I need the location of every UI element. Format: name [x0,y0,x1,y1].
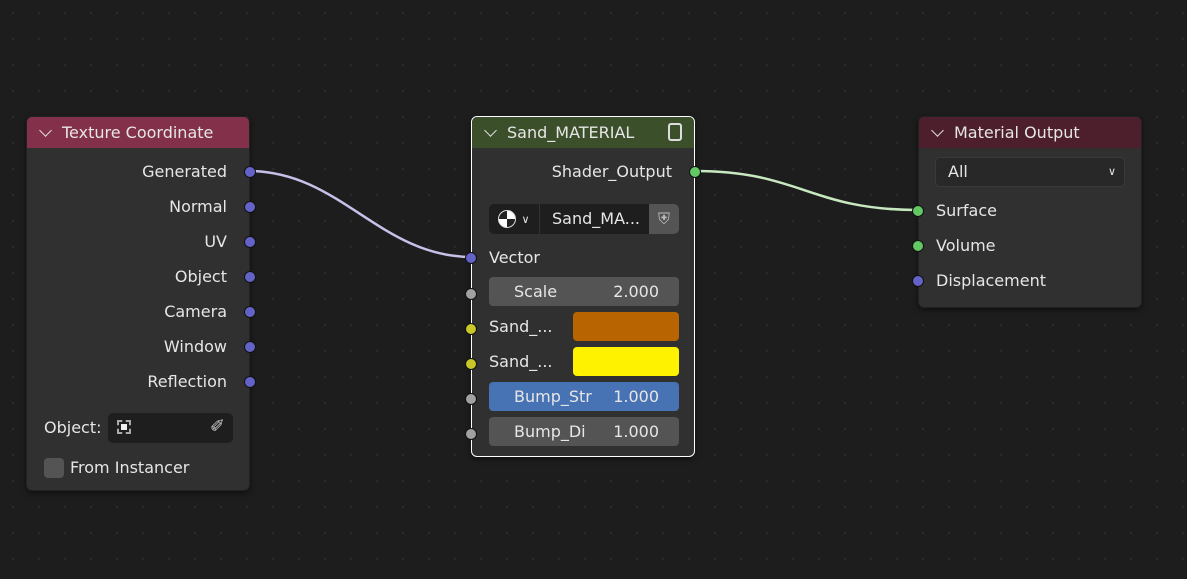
color-input-label: Sand_... [489,352,553,371]
sand-material-group-node[interactable]: Sand_MATERIAL Shader_Output ∨ Sand_MA...… [465,116,701,457]
input-socket-3[interactable] [465,393,477,405]
fake-user-shield-icon[interactable]: ⛨ [649,204,679,234]
from-instancer-checkbox[interactable] [44,458,64,478]
color-swatch[interactable] [573,312,679,341]
input-socket-surface[interactable] [912,205,924,217]
vector-label: Vector [489,248,540,267]
value-field-scale[interactable]: Scale 2.000 [489,277,679,306]
vector-input-socket[interactable] [465,252,477,264]
node-header[interactable]: Material Output [919,117,1141,148]
object-icon [117,420,131,434]
output-socket-normal[interactable] [244,201,256,213]
eyedropper-icon[interactable]: ✐ [210,416,225,437]
output-socket-window[interactable] [244,341,256,353]
texture-coordinate-node[interactable]: Texture Coordinate Generated Normal UV Obje… [26,116,256,491]
field-label: Scale [514,282,558,301]
material-output-node[interactable]: Material Output All ∨ Surface Volume Displ… [912,116,1142,308]
output-label-normal: Normal [169,197,227,216]
output-label-object: Object [174,267,227,286]
field-value: 1.000 [613,422,659,441]
object-label: Object: [44,418,102,437]
output-label-camera: Camera [164,302,227,321]
from-instancer-label: From Instancer [70,458,190,477]
input-socket-volume[interactable] [912,240,924,252]
node-title: Sand_MATERIAL [507,123,635,142]
datablock-selector[interactable]: ∨ Sand_MA... ⛨ [489,204,679,234]
value-field-bump_di[interactable]: Bump_Di 1.000 [489,417,679,446]
input-socket-displacement[interactable] [912,275,924,287]
target-value: All [948,162,968,181]
material-browse-icon[interactable]: ∨ [489,204,540,234]
output-socket-reflection[interactable] [244,376,256,388]
field-label: Bump_Di [514,422,586,441]
input-socket-4[interactable] [465,428,477,440]
input-socket-0[interactable] [465,288,477,300]
shader-output-label: Shader_Output [551,162,672,181]
input-label-surface: Surface [936,201,997,220]
object-field[interactable]: ✐ [108,413,233,443]
field-value: 1.000 [613,387,659,406]
field-label: Bump_Str [514,387,592,406]
color-swatch[interactable] [573,347,679,376]
color-input-label: Sand_... [489,317,553,336]
link-generated-vector [248,169,473,259]
node-header[interactable]: Sand_MATERIAL [472,117,694,148]
shader-output-socket[interactable] [689,166,701,178]
output-label-uv: UV [204,232,227,251]
output-socket-uv[interactable] [244,236,256,248]
input-label-volume: Volume [936,236,996,255]
output-socket-camera[interactable] [244,306,256,318]
link-shader-surface [694,169,919,212]
datablock-name[interactable]: Sand_MA... [540,204,649,234]
node-title: Texture Coordinate [62,123,214,142]
input-socket-2[interactable] [465,358,477,370]
output-label-window: Window [163,337,227,356]
chevron-down-icon[interactable] [931,123,944,137]
chevron-down-icon[interactable] [39,123,52,137]
node-group-icon[interactable] [668,123,682,141]
output-label-reflection: Reflection [147,372,227,391]
input-label-displacement: Displacement [936,271,1046,290]
target-dropdown[interactable]: All ∨ [935,157,1125,187]
value-field-bump_str[interactable]: Bump_Str 1.000 [489,382,679,411]
node-title: Material Output [954,123,1080,142]
output-socket-generated[interactable] [244,166,256,178]
node-header[interactable]: Texture Coordinate [27,117,249,148]
chevron-down-icon[interactable] [484,123,497,137]
output-label-generated: Generated [142,162,227,181]
input-socket-1[interactable] [465,323,477,335]
output-socket-object[interactable] [244,271,256,283]
chevron-down-icon: ∨ [1107,165,1116,178]
field-value: 2.000 [613,282,659,301]
